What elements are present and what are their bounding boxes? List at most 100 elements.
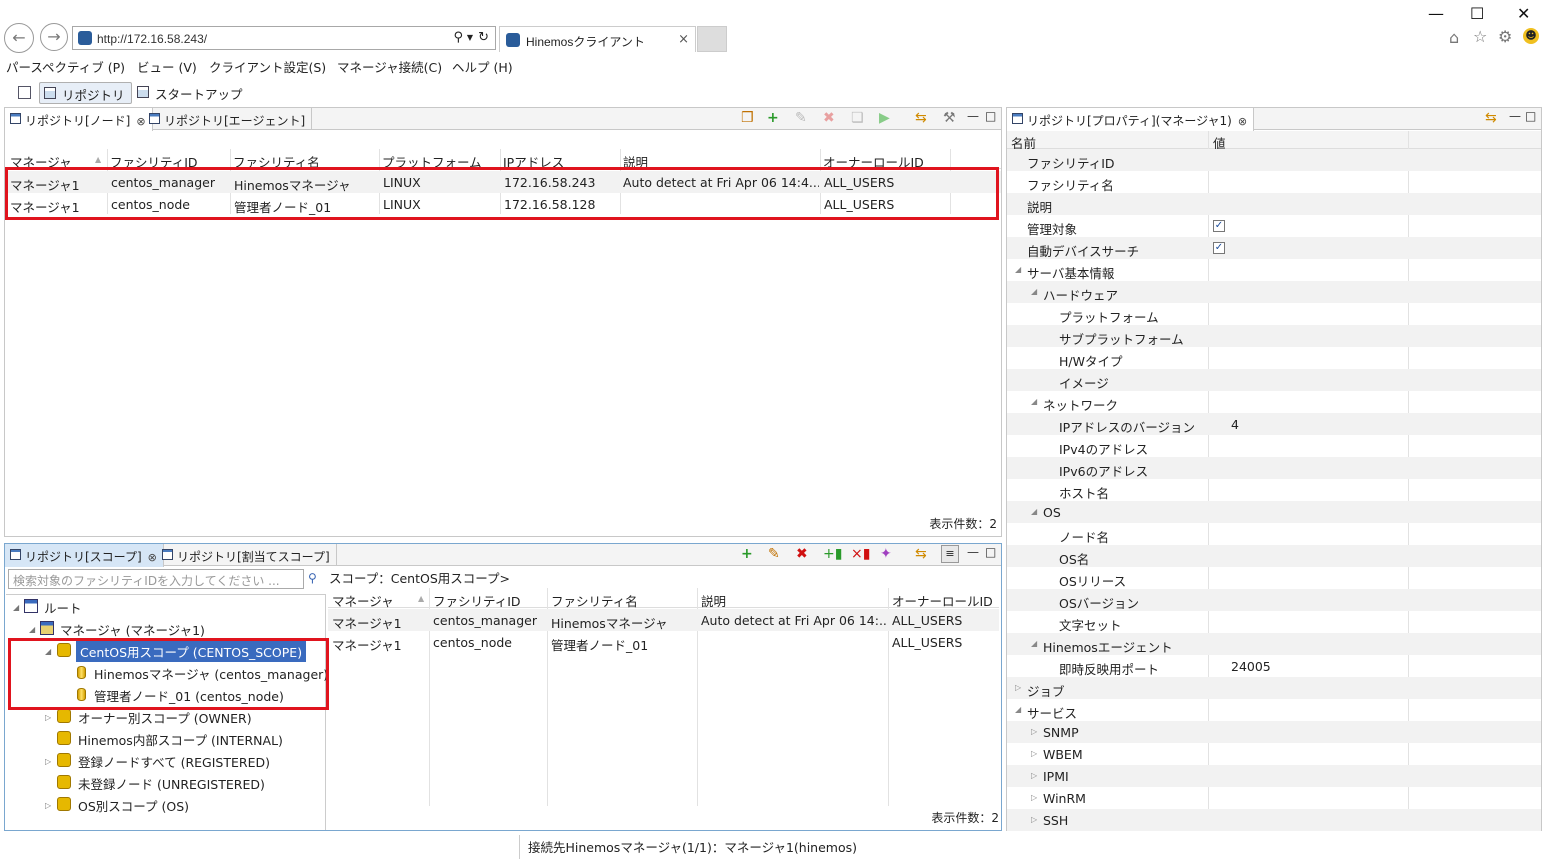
list-item[interactable]: サブプラットフォーム xyxy=(1007,325,1541,347)
expand-icon[interactable]: ◢ xyxy=(1015,265,1021,274)
table-row[interactable]: マネージャ1 centos_node 管理者ノード_01 ALL_USERS xyxy=(328,631,999,653)
managed-checkbox[interactable]: ✓ xyxy=(1213,220,1225,232)
maximize-view-icon[interactable]: □ xyxy=(985,545,996,559)
list-item[interactable]: ファシリティID xyxy=(1007,149,1541,171)
list-item[interactable]: 即時反映用ポート 24005 xyxy=(1007,655,1541,677)
expand-icon[interactable]: ◢ xyxy=(29,625,35,634)
list-item[interactable]: IPアドレスのバージョン 4 xyxy=(1007,413,1541,435)
sort-icon[interactable]: ✦ xyxy=(880,546,892,562)
refresh-icon[interactable]: ⇆ xyxy=(915,110,927,126)
filter-icon[interactable]: ⚒ xyxy=(943,110,956,126)
tree-registered[interactable]: 登録ノードすべて (REGISTERED) xyxy=(78,752,270,771)
collapse-icon[interactable]: ▷ xyxy=(1031,727,1037,736)
list-item[interactable]: 説明 xyxy=(1007,193,1541,215)
list-item[interactable]: イメージ xyxy=(1007,369,1541,391)
tab-repository-node[interactable]: リポジトリ[ノード] ⊗ xyxy=(5,108,153,131)
tree-internal-scope[interactable]: Hinemos内部スコープ (INTERNAL) xyxy=(78,730,283,749)
table-row[interactable]: マネージャ1 centos_manager Hinemosマネージャ Auto … xyxy=(328,609,999,631)
col-description[interactable]: 説明 xyxy=(701,591,726,610)
minimize-view-icon[interactable]: — xyxy=(1509,109,1521,123)
menu-manager-connection[interactable]: マネージャ接続(C) xyxy=(337,57,442,76)
release-node-icon[interactable]: ×▮ xyxy=(851,546,870,562)
list-item[interactable]: ▷ SNMP xyxy=(1007,721,1541,743)
maximize-icon[interactable]: ☐ xyxy=(1470,4,1484,23)
tab-assigned-scope[interactable]: リポジトリ[割当てスコープ] xyxy=(157,544,337,566)
col-owner-role[interactable]: オーナーロールID xyxy=(892,591,993,610)
collapse-icon[interactable]: ▷ xyxy=(1031,749,1037,758)
dropdown-icon[interactable]: ▼ xyxy=(467,33,473,42)
new-tab-button[interactable] xyxy=(697,26,727,52)
list-item[interactable]: ◢ サービス xyxy=(1007,699,1541,721)
maximize-view-icon[interactable]: □ xyxy=(985,109,996,123)
refresh-icon[interactable]: ↻ xyxy=(478,30,489,45)
delete-icon[interactable]: ✖ xyxy=(796,546,808,562)
tree-toggle-icon[interactable]: ≡ xyxy=(941,545,959,563)
copy-icon[interactable]: ❏ xyxy=(851,110,864,126)
search-icon[interactable]: ⚲ xyxy=(308,571,317,585)
expand-icon[interactable]: ◢ xyxy=(1015,705,1021,714)
tab-close-icon[interactable]: × xyxy=(678,32,689,47)
auto-device-checkbox[interactable]: ✓ xyxy=(1213,242,1225,254)
expand-icon[interactable]: ◢ xyxy=(1031,287,1037,296)
list-item[interactable]: OSバージョン xyxy=(1007,589,1541,611)
list-item[interactable]: ▷ ジョブ xyxy=(1007,677,1541,699)
collapse-icon[interactable]: ▷ xyxy=(45,713,51,722)
list-item[interactable]: ファシリティ名 xyxy=(1007,171,1541,193)
close-icon[interactable]: ⊗ xyxy=(148,551,157,564)
add-icon[interactable]: + xyxy=(741,546,753,562)
tree-owner-scope[interactable]: オーナー別スコープ (OWNER) xyxy=(78,708,252,727)
close-window-icon[interactable]: ✕ xyxy=(1517,4,1530,23)
list-item[interactable]: H/Wタイプ xyxy=(1007,347,1541,369)
smiley-icon[interactable]: ☻ xyxy=(1523,28,1539,44)
favorites-star-icon[interactable]: ☆ xyxy=(1473,27,1487,46)
expand-icon[interactable]: ◢ xyxy=(1031,639,1037,648)
expand-icon[interactable]: ◢ xyxy=(1031,507,1037,516)
list-item[interactable]: ◢ Hinemosエージェント xyxy=(1007,633,1541,655)
col-manager[interactable]: マネージャ xyxy=(332,591,394,610)
gear-icon[interactable]: ⚙ xyxy=(1498,27,1512,46)
collapse-icon[interactable]: ▷ xyxy=(45,801,51,810)
expand-icon[interactable]: ◢ xyxy=(1031,397,1037,406)
list-item[interactable]: ノード名 xyxy=(1007,523,1541,545)
home-icon[interactable]: ⌂ xyxy=(1449,28,1459,47)
list-item[interactable]: ◢ OS xyxy=(1007,501,1541,523)
add-scope-icon[interactable]: ❒ xyxy=(741,110,754,126)
refresh-icon[interactable]: ⇆ xyxy=(915,546,927,562)
perspective-startup[interactable]: スタートアップ xyxy=(133,82,249,104)
tab-repository-property[interactable]: リポジトリ[プロパティ](マネージャ1) ⊗ xyxy=(1007,108,1255,131)
list-item[interactable]: プラットフォーム xyxy=(1007,303,1541,325)
list-item[interactable]: OS名 xyxy=(1007,545,1541,567)
minimize-view-icon[interactable]: — xyxy=(967,545,979,559)
list-item[interactable]: OSリリース xyxy=(1007,567,1541,589)
minimize-icon[interactable]: — xyxy=(1428,4,1444,23)
list-item[interactable]: ▷ WBEM xyxy=(1007,743,1541,765)
tree-root[interactable]: ルート xyxy=(44,598,82,617)
browser-tab[interactable]: Hinemosクライアント × xyxy=(499,26,696,52)
collapse-icon[interactable]: ▷ xyxy=(1031,793,1037,802)
list-item[interactable]: 管理対象 ✓ xyxy=(1007,215,1541,237)
list-item[interactable]: ▷ IPMI xyxy=(1007,765,1541,787)
edit-icon[interactable]: ✎ xyxy=(795,110,807,126)
tab-repository-scope[interactable]: リポジトリ[スコープ] ⊗ xyxy=(5,544,164,567)
add-icon[interactable]: + xyxy=(767,110,779,126)
list-item[interactable]: IPv6のアドレス xyxy=(1007,457,1541,479)
run-icon[interactable]: ▶ xyxy=(879,110,890,126)
open-perspective-icon[interactable] xyxy=(18,86,31,99)
menu-help[interactable]: ヘルプ (H) xyxy=(452,57,513,76)
list-item[interactable]: ◢ サーバ基本情報 xyxy=(1007,259,1541,281)
forward-button[interactable]: → xyxy=(40,23,68,51)
list-item[interactable]: ▷ WinRM xyxy=(1007,787,1541,809)
maximize-view-icon[interactable]: □ xyxy=(1525,109,1536,123)
assign-node-icon[interactable]: +▮ xyxy=(823,546,842,562)
perspective-repository[interactable]: リポジトリ xyxy=(39,82,132,104)
collapse-icon[interactable]: ▷ xyxy=(1031,771,1037,780)
back-button[interactable]: ← xyxy=(4,23,34,53)
menu-client-settings[interactable]: クライアント設定(S) xyxy=(209,57,326,76)
delete-icon[interactable]: ✖ xyxy=(823,110,835,126)
close-icon[interactable]: ⊗ xyxy=(1238,115,1247,128)
tab-repository-agent[interactable]: リポジトリ[エージェント] xyxy=(144,108,313,130)
facility-search-input[interactable]: 検索対象のファシリティIDを入力してください ... xyxy=(8,569,304,589)
collapse-icon[interactable]: ▷ xyxy=(45,757,51,766)
refresh-icon[interactable]: ⇆ xyxy=(1485,110,1497,126)
list-item[interactable]: 自動デバイスサーチ ✓ xyxy=(1007,237,1541,259)
